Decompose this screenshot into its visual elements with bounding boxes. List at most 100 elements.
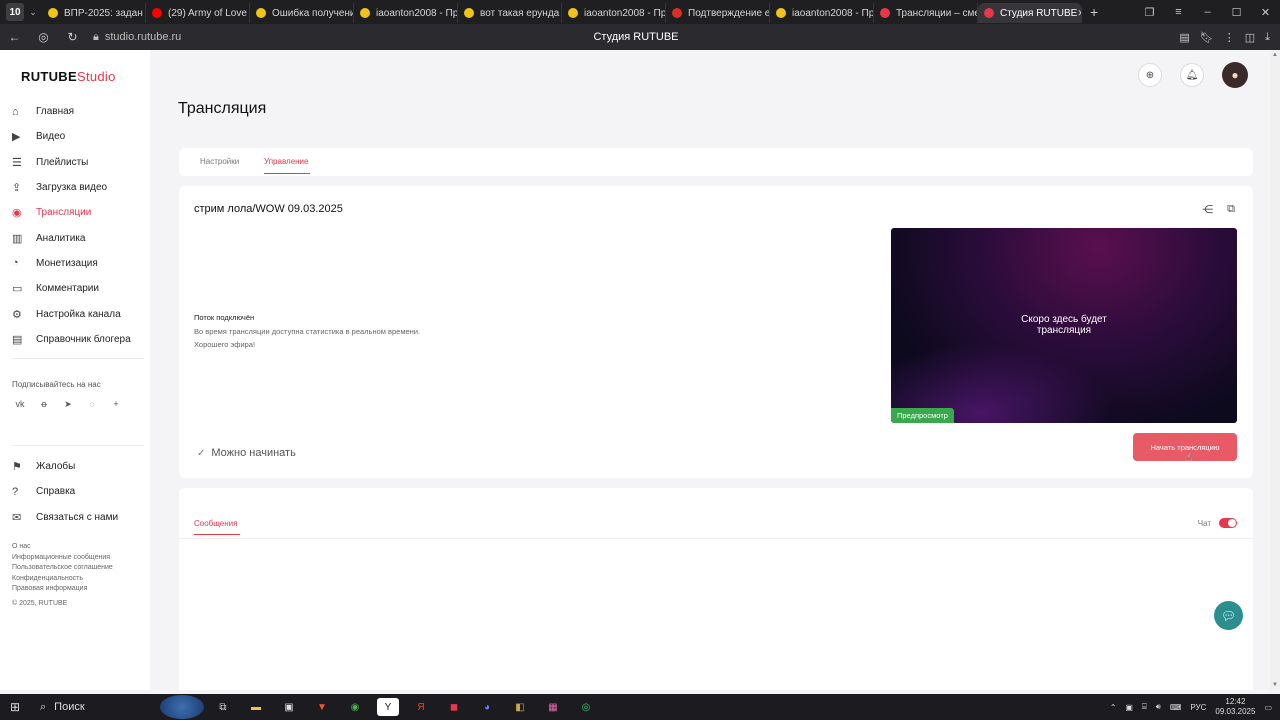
reader-icon[interactable]: ▤ [1179, 31, 1189, 44]
tray-app-icon[interactable]: ▣ [1125, 703, 1133, 712]
reload-icon[interactable]: ↻ [58, 30, 87, 44]
help-icon: ? [12, 485, 19, 498]
browser-tab[interactable]: Трансляции – сме [874, 3, 978, 23]
support-chat-icon[interactable]: 💬︎ [1214, 601, 1243, 630]
sidebar-item[interactable]: ✉ Связаться с нами [12, 505, 147, 530]
sidebar-item[interactable]: ▤ Справочник блогера [12, 327, 147, 352]
new-tab-icon[interactable]: + [1090, 4, 1098, 20]
tab-list-chevron-icon[interactable]: ⌄ [24, 7, 42, 18]
sidebar-item[interactable]: ⇪ Загрузка видео [12, 175, 147, 200]
footer-links: О нас Информационные сообщения Пользовател… [12, 542, 113, 595]
tab-management[interactable]: Управление [264, 157, 308, 166]
telegram-icon[interactable]: ➤ [60, 399, 76, 410]
sidebar-secondary-nav: ⚑ Жалобы? Справка ✉ Связаться с нами [12, 454, 147, 530]
external-link-icon[interactable]: ⧉ [1227, 203, 1235, 216]
comment-icon: ▭ [12, 283, 23, 296]
app-icon[interactable]: ◼ [443, 698, 465, 716]
browser-tab[interactable]: Студия RUTUBE✕ [978, 3, 1082, 23]
more-icon[interactable]: ⋮ [1224, 31, 1235, 44]
sidebar-item[interactable]: ☰ Плейлисты [12, 150, 147, 175]
sidebar-item[interactable]: ⚑ Жалобы [12, 454, 147, 479]
chrome-icon[interactable]: ◉ [344, 698, 366, 716]
yandex-home-icon[interactable]: ◎ [29, 30, 58, 44]
browser-tab[interactable]: iaoanton2008 - Пр [354, 3, 458, 23]
share-icon[interactable]: ⋲ [1202, 203, 1213, 216]
more-socials-icon[interactable]: + [108, 399, 124, 410]
weather-widget-icon[interactable] [160, 695, 204, 719]
bookmark-icon[interactable]: 🔖︎ [1200, 31, 1214, 44]
keyboard-icon[interactable]: ⌨ [1170, 703, 1182, 712]
tab-settings[interactable]: Настройки [200, 157, 239, 166]
footer-link[interactable]: Конфиденциальность [12, 574, 113, 585]
sidebar-item[interactable]: ▶ Видео [12, 124, 147, 149]
mail-icon: ✉ [12, 511, 22, 524]
scroll-up-icon[interactable]: ▲ [1272, 52, 1278, 58]
discord-icon[interactable]: ◕ [476, 698, 498, 716]
browser-tab-label: вот такая ерунда [480, 7, 560, 19]
browser-tab[interactable]: iaoanton2008 - Пр [770, 3, 874, 23]
language-indicator[interactable]: РУС [1190, 703, 1206, 712]
sidebar-item[interactable]: ? Справка [12, 479, 147, 504]
hamburger-menu-icon[interactable]: ≡ [1164, 6, 1193, 19]
browser-tab[interactable]: Подтверждение е [666, 3, 770, 23]
maximize-icon[interactable]: ☐ [1222, 6, 1251, 19]
store-icon[interactable]: ▣ [278, 698, 300, 716]
file-explorer-icon[interactable]: ▬ [245, 698, 267, 716]
viber-icon[interactable]: ◌ [84, 399, 100, 410]
footer-link[interactable]: О нас [12, 542, 113, 553]
sidebar-item[interactable]: ⌂ Главная [12, 99, 147, 124]
page: RUTUBEStudio ⌂ Главная ▶ Видео ☰ Плейлисты ⇪ За… [0, 50, 1270, 690]
volume-icon[interactable]: 🔊︎ [1156, 702, 1161, 712]
windows-start-icon[interactable]: ⊞ [0, 700, 30, 714]
yandex-browser-icon[interactable]: Y [377, 698, 399, 716]
profile-badge[interactable]: 10 [6, 3, 24, 21]
yandex-icon[interactable]: Я [410, 698, 432, 716]
app-icon[interactable]: ◧ [509, 698, 531, 716]
sidebar-item[interactable]: ⚙ Настройка канала [12, 301, 147, 326]
app-icon[interactable]: ◎ [575, 698, 597, 716]
ok-icon[interactable]: ꝋ [36, 399, 52, 410]
sidebar-item[interactable]: ◉ Трансляции [12, 200, 147, 225]
clock[interactable]: 12:42 09.03.2025 [1215, 697, 1255, 717]
tab-messages[interactable]: Сообщения [194, 519, 237, 528]
scrollbar[interactable]: ▲ ▼ [1270, 50, 1280, 690]
chat-toggle[interactable] [1219, 518, 1237, 528]
browser-tab[interactable]: Ошибка получени [250, 3, 354, 23]
clock-time: 12:42 [1225, 697, 1246, 706]
active-tab-indicator [194, 534, 240, 535]
rutube-studio-logo[interactable]: RUTUBEStudio [21, 69, 116, 84]
footer-link[interactable]: Пользовательское соглашение [12, 563, 113, 574]
bell-icon[interactable]: 🔔︎ [1180, 63, 1204, 87]
sidebar-item[interactable]: ◔ Монетизация [12, 251, 147, 276]
minimize-icon[interactable]: – [1193, 6, 1222, 19]
window-menu-icon[interactable]: ❐ [1135, 6, 1164, 19]
back-icon[interactable]: ← [0, 30, 29, 44]
taskbar-search[interactable]: ⌕ Поиск [30, 701, 160, 714]
brave-icon[interactable]: ▼ [311, 698, 333, 716]
notifications-icon[interactable]: ▭ [1264, 703, 1272, 712]
browser-tab[interactable]: (29) Army of Love [146, 3, 250, 23]
close-window-icon[interactable]: ✕ [1251, 6, 1280, 19]
stream-preview[interactable]: Скоро здесь будет трансляция Предпросмот… [891, 228, 1237, 423]
sidebar-item[interactable]: ▭ Комментарии [12, 276, 147, 301]
avatar[interactable]: ● [1222, 62, 1248, 88]
browser-tab[interactable]: iaoanton2008 - Пр [562, 3, 666, 23]
sidebar-toggle-icon[interactable]: ◫ [1245, 31, 1255, 44]
scroll-down-icon[interactable]: ▼ [1272, 682, 1278, 688]
network-icon[interactable]: ⌸ [1142, 702, 1147, 712]
footer-link[interactable]: Информационные сообщения [12, 553, 113, 564]
url-field[interactable]: 🔒︎ studio.rutube.ru [93, 31, 181, 44]
app-icon[interactable]: ▦ [542, 698, 564, 716]
browser-tab[interactable]: ВПР-2025: задан [42, 3, 146, 23]
download-icon[interactable]: ⤓ [1265, 31, 1270, 44]
sidebar-item[interactable]: ▥ Аналитика [12, 225, 147, 250]
browser-tab-strip: 10 ⌄ ВПР-2025: задан (29) Army of Love Оши… [0, 0, 1280, 24]
tabs-card: Настройки Управление [179, 148, 1253, 176]
browser-tab[interactable]: вот такая ерунда [458, 3, 562, 23]
footer-link[interactable]: Правовая информация [12, 584, 113, 595]
add-video-icon[interactable]: ⊕ [1138, 63, 1162, 87]
task-view-icon[interactable]: ⧉ [212, 698, 234, 716]
vk-icon[interactable]: vk [12, 399, 28, 410]
close-tab-icon[interactable]: ✕ [1077, 8, 1081, 19]
chevron-up-icon[interactable]: ⌃ [1110, 703, 1117, 712]
